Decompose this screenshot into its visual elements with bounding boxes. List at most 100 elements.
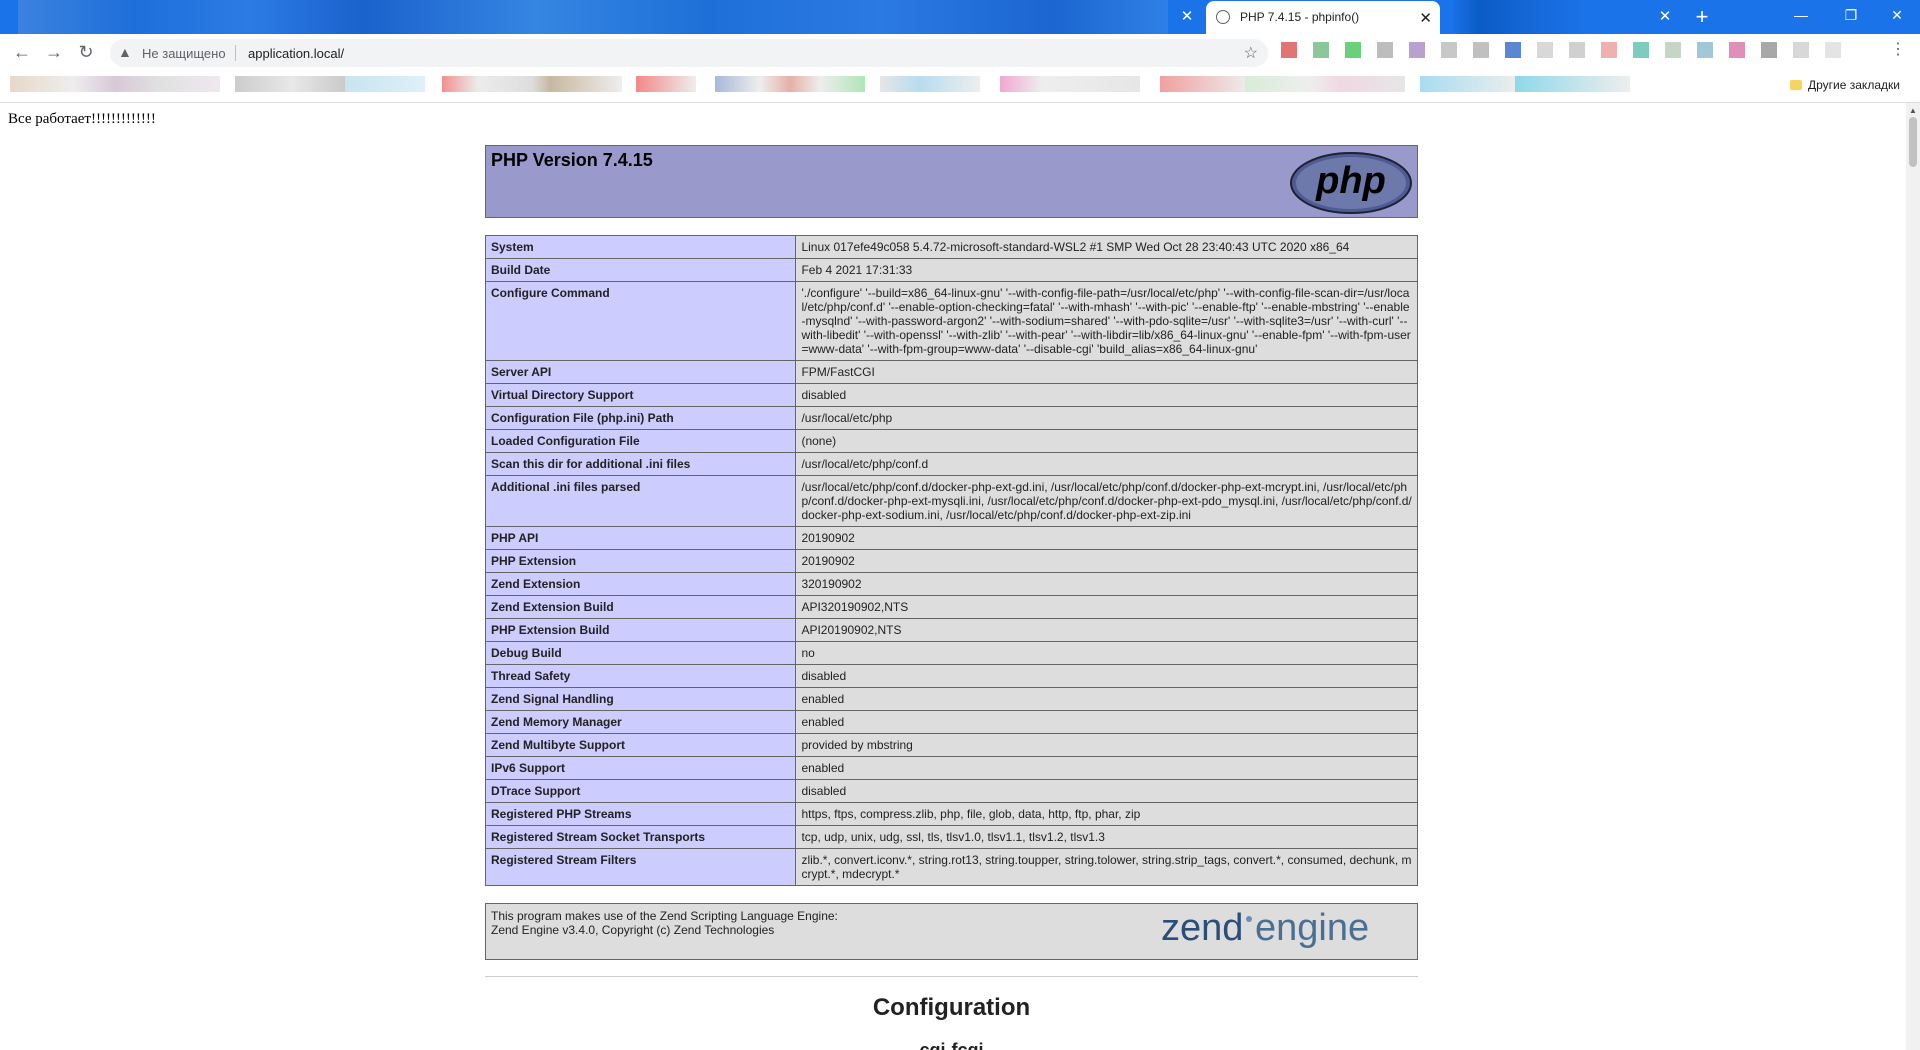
other-bookmarks-label: Другие закладки [1808,78,1900,92]
extension-icon[interactable] [1537,42,1553,58]
extension-icon[interactable] [1281,42,1297,58]
tab-close-icon[interactable]: ✕ [1178,8,1196,26]
info-row: Registered Stream Socket Transports tcp, … [484,825,1418,849]
browser-toolbar: ← → ↻ ▲ Не защищено application.local/ ☆ [0,34,1920,70]
info-row-label: Zend Extension Build [484,595,797,619]
bookmark-item[interactable] [10,76,220,92]
info-row: PHP API 20190902 [484,526,1418,550]
extension-icon[interactable] [1313,42,1329,58]
info-row-value: /usr/local/etc/php/conf.d/docker-php-ext… [795,475,1418,527]
info-row: Registered Stream Filters zlib.*, convert… [484,848,1418,886]
globe-icon [1216,10,1230,24]
info-row: System Linux 017efe49c058 5.4.72-microsof… [484,235,1418,259]
info-row-value: /usr/local/etc/php/conf.d [795,452,1418,476]
extension-icon[interactable] [1473,42,1489,58]
zend-box: This program makes use of the Zend Scrip… [485,903,1418,960]
extension-icon[interactable] [1729,42,1745,58]
extension-icon[interactable] [1697,42,1713,58]
info-row-value: provided by mbstring [795,733,1418,757]
info-row: IPv6 Support enabled [484,756,1418,780]
bookmark-item[interactable] [1245,76,1405,92]
configuration-heading: Configuration [872,994,1031,1021]
extension-icon[interactable] [1633,42,1649,58]
info-row-label: Scan this dir for additional .ini files [484,452,797,476]
info-row-label: Build Date [484,258,797,282]
tab-close-icon[interactable]: ✕ [1656,8,1674,26]
zend-engine-logo[interactable]: zend engine [1161,906,1411,958]
svg-text:engine: engine [1255,907,1369,949]
extension-icon[interactable] [1569,42,1585,58]
reload-icon[interactable]: ↻ [74,40,98,64]
extension-icon[interactable] [1505,42,1521,58]
info-row-label: Debug Build [484,641,797,665]
info-row-label: Configuration File (php.ini) Path [484,406,797,430]
extension-icon[interactable] [1665,42,1681,58]
info-row-value: no [795,641,1418,665]
close-icon[interactable]: ✕ [1419,9,1432,27]
info-row-value: zlib.*, convert.iconv.*, string.rot13, s… [795,848,1418,886]
php-logo[interactable]: php [1289,151,1413,215]
other-bookmarks[interactable]: Другие закладки [1790,78,1900,92]
tab-active[interactable]: PHP 7.4.15 - phpinfo() ✕ [1206,1,1440,34]
info-row-label: Virtual Directory Support [484,383,797,407]
scroll-thumb[interactable] [1909,117,1917,167]
bookmark-item[interactable] [1515,76,1630,92]
warning-icon: ▲ [118,44,132,60]
zend-text: This program makes use of the Zend Scrip… [491,909,838,937]
php-info-table: System Linux 017efe49c058 5.4.72-microsof… [484,235,1418,886]
blurred-tab-1[interactable] [18,0,1168,34]
tab-strip: ✕ PHP 7.4.15 - phpinfo() ✕ ✕ + — ❐ ✕ [0,0,1920,34]
info-row-value: https, ftps, compress.zlib, php, file, g… [795,802,1418,826]
extension-icon[interactable] [1345,42,1361,58]
address-bar[interactable]: ▲ Не защищено application.local/ ☆ [110,39,1268,67]
info-row: Loaded Configuration File (none) [484,429,1418,453]
restore-icon[interactable]: ❐ [1828,0,1874,30]
bookmark-item[interactable] [1160,76,1250,92]
bookmark-item[interactable] [1420,76,1520,92]
scroll-up-icon[interactable]: ▲ [1909,106,1917,115]
extension-icon[interactable] [1441,42,1457,58]
info-row-label: PHP API [484,526,797,550]
extension-icon[interactable] [1825,42,1841,58]
info-row: Zend Extension 320190902 [484,572,1418,596]
info-row: DTrace Support disabled [484,779,1418,803]
extension-icon[interactable] [1409,42,1425,58]
bookmark-item[interactable] [880,76,980,92]
info-row-label: Registered Stream Socket Transports [484,825,797,849]
info-row-value: (none) [795,429,1418,453]
bookmark-item[interactable] [345,76,425,92]
forward-arrow-icon[interactable]: → [42,40,66,64]
bookmark-item[interactable] [1000,76,1140,92]
bookmark-star-icon[interactable]: ☆ [1244,43,1258,63]
extension-icon[interactable] [1761,42,1777,58]
info-row-value: enabled [795,710,1418,734]
back-arrow-icon[interactable]: ← [10,40,34,64]
info-row-label: PHP Extension [484,549,797,573]
blurred-tab-2[interactable] [1452,0,1587,34]
info-row-value: disabled [795,779,1418,803]
minimize-icon[interactable]: — [1778,0,1824,30]
bookmark-item[interactable] [442,76,622,92]
info-row-label: Registered Stream Filters [484,848,797,886]
menu-dots-icon[interactable]: ⋮ [1890,42,1906,58]
new-tab-button[interactable]: + [1689,4,1715,30]
page-scrollbar[interactable]: ▲ [1906,103,1920,1050]
info-row: Zend Memory Manager enabled [484,710,1418,734]
extension-icon[interactable] [1793,42,1809,58]
info-row-value: API320190902,NTS [795,595,1418,619]
svg-text:zend: zend [1161,907,1243,949]
info-row-value: 20190902 [795,526,1418,550]
bookmark-item[interactable] [715,76,865,92]
info-row-label: Configure Command [484,281,797,361]
info-row-label: Server API [484,360,797,384]
security-label[interactable]: Не защищено [142,46,226,61]
cgi-fcgi-heading: cgi-fcgi [919,1040,984,1050]
info-row-label: Zend Memory Manager [484,710,797,734]
extension-icon[interactable] [1601,42,1617,58]
extension-icon[interactable] [1377,42,1393,58]
info-row-value: API20190902,NTS [795,618,1418,642]
info-row-label: Thread Safety [484,664,797,688]
window-close-icon[interactable]: ✕ [1874,0,1920,30]
url-text[interactable]: application.local/ [248,46,344,61]
bookmark-item[interactable] [636,76,696,92]
